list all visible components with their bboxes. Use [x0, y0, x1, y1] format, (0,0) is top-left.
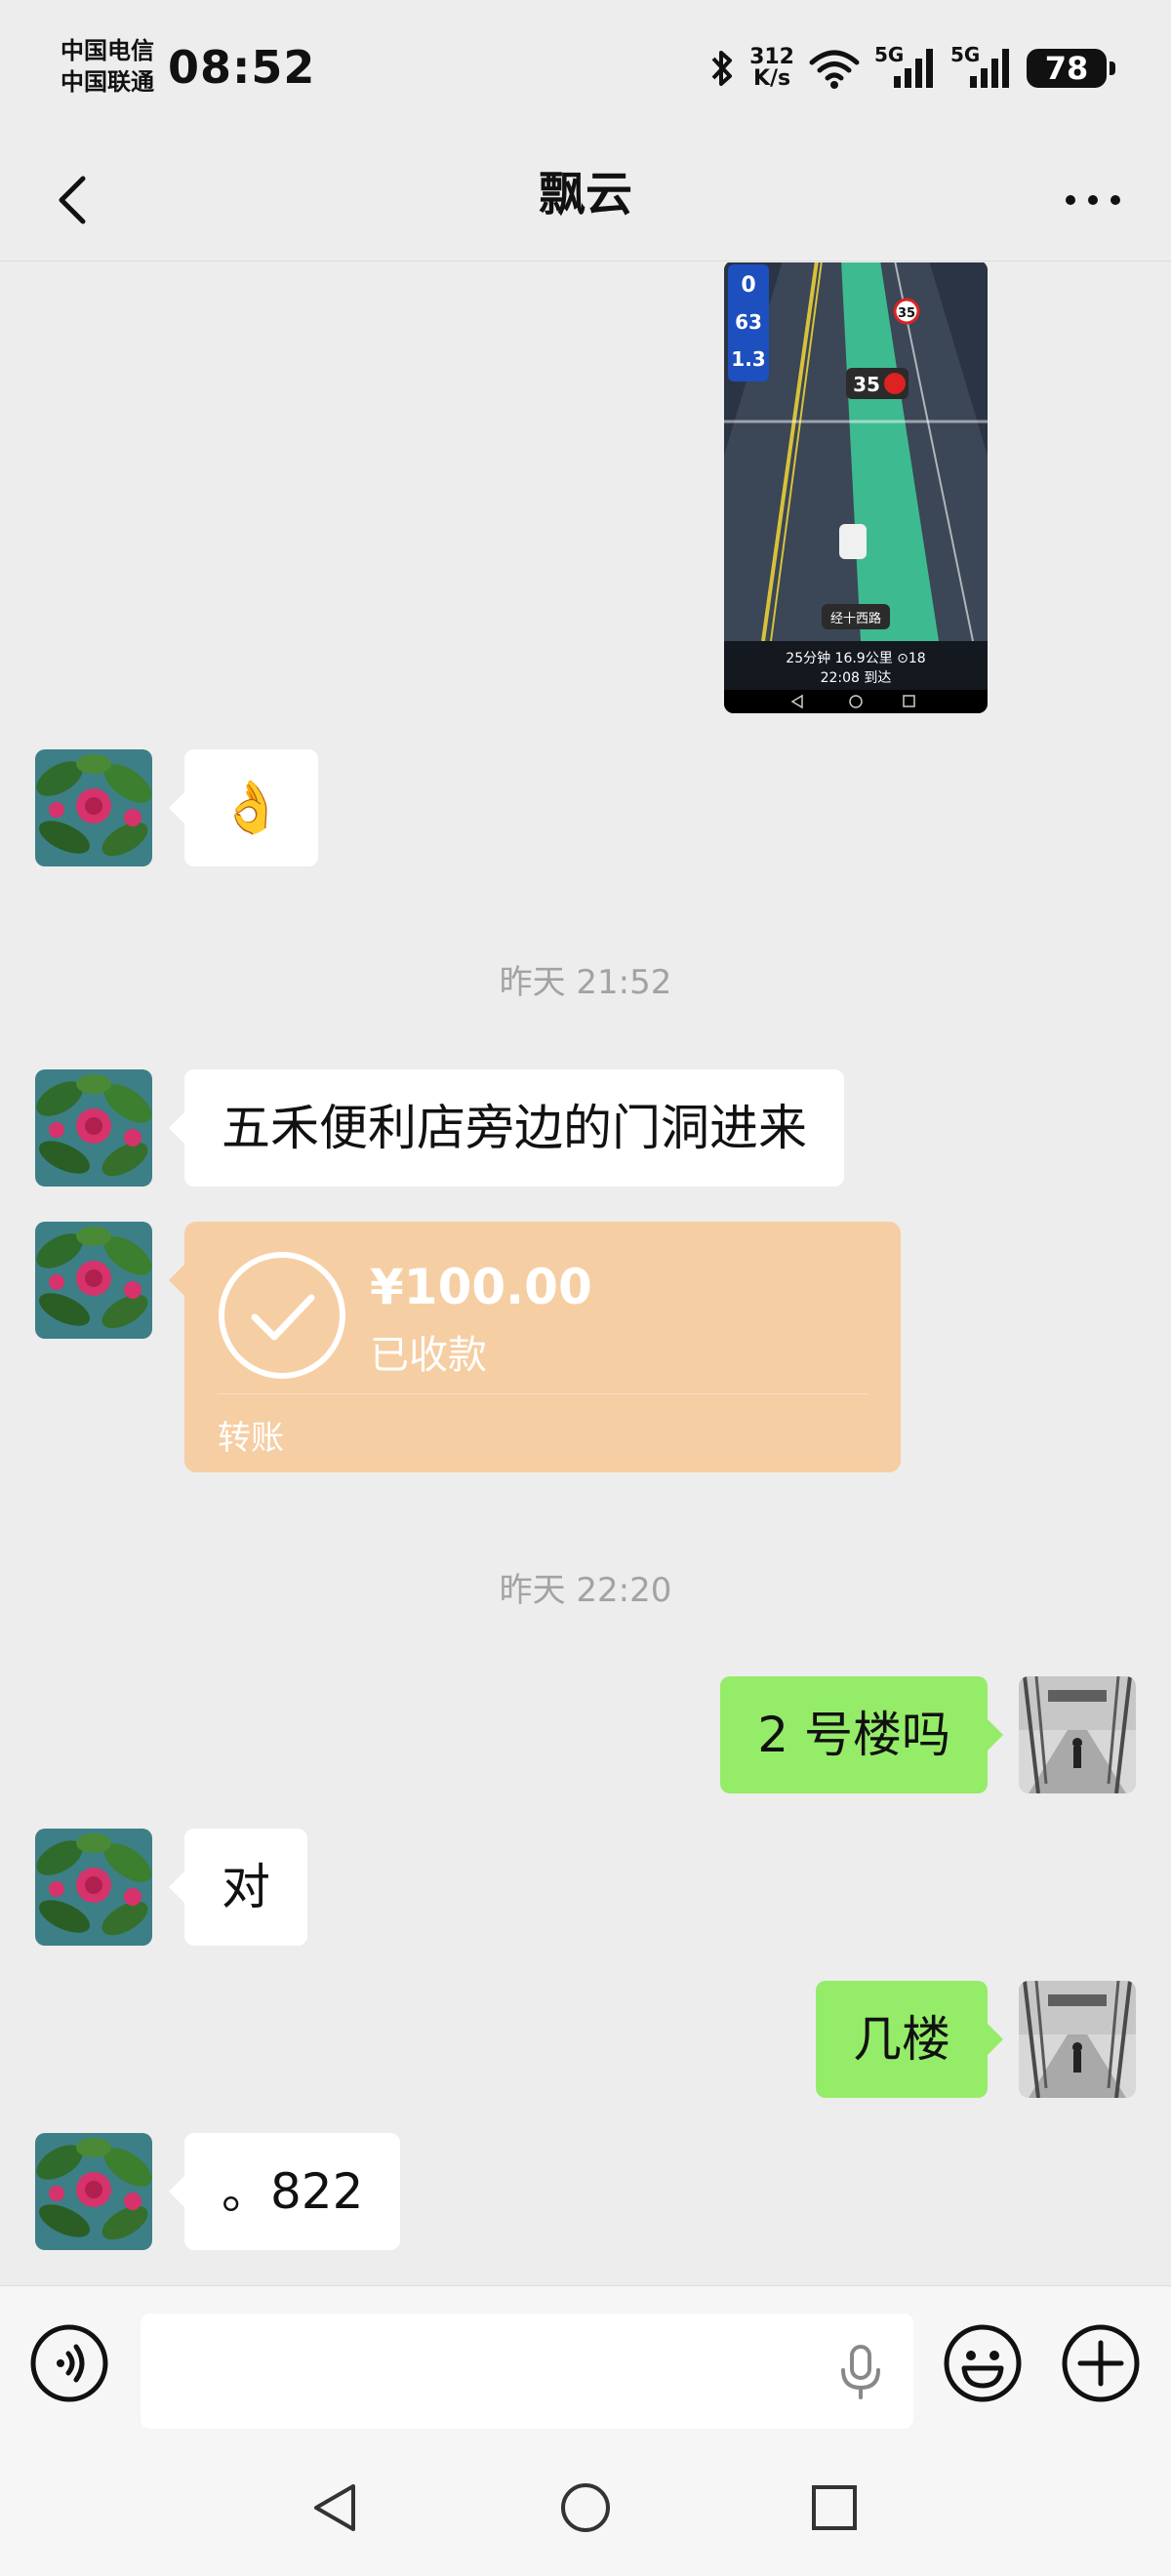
nav-road-name: 经十西路 [830, 611, 881, 626]
signal-bars-icon [970, 49, 1009, 88]
emoji-icon[interactable] [943, 2323, 1023, 2403]
my-avatar[interactable] [1019, 1981, 1136, 2098]
nav-trip-summary: 25分钟 16.9公里 ⊙18 [786, 650, 925, 666]
battery-indicator: 78 [1027, 49, 1115, 88]
bluetooth-icon [711, 51, 733, 86]
system-recents-icon[interactable] [805, 2478, 864, 2537]
transfer-label: 转账 [218, 1419, 284, 1458]
message-timestamp: 昨天 21:52 [499, 963, 672, 1002]
message-timestamp: 昨天 22:20 [499, 1571, 672, 1610]
wifi-icon [809, 50, 860, 89]
shared-navigation-image[interactable]: 0 63 1.3 35 35 经十西路 25分钟 16.9公里 ⊙18 22:0… [724, 262, 988, 713]
contact-avatar[interactable] [35, 1222, 152, 1339]
nav-arrival: 22:08 到达 [821, 670, 892, 686]
ok-hand-emoji: 👌 [220, 779, 283, 837]
system-navigation-bar [0, 2439, 1171, 2576]
nav-lane-sign: 35 [853, 373, 880, 396]
message-bubble-right[interactable]: 几楼 [816, 1981, 1003, 2098]
message-text: 五禾便利店旁边的门洞进来 [222, 1100, 807, 1156]
contact-avatar[interactable] [35, 1829, 152, 1946]
more-dots-icon [1066, 195, 1120, 205]
message-text: 对 [222, 1859, 270, 1915]
status-bar: 中国电信 中国联通 08:52 312 K/s 5G 5G 78 [0, 0, 1171, 137]
nav-limit-sign: 35 [898, 306, 915, 321]
transfer-divider [218, 1393, 868, 1394]
system-home-icon[interactable] [556, 2478, 615, 2537]
check-circle-icon [219, 1252, 345, 1379]
message-text: 几楼 [853, 2011, 950, 2068]
transfer-status: 已收款 [370, 1333, 487, 1378]
plus-icon[interactable] [1061, 2323, 1141, 2403]
contact-avatar[interactable] [35, 2133, 152, 2250]
message-bubble-left[interactable]: 。822 [168, 2133, 401, 2250]
more-button[interactable] [1054, 166, 1132, 234]
transfer-card[interactable]: ¥100.00 已收款 转账 [169, 1222, 901, 1472]
net-speed-value: 312 [749, 45, 794, 69]
message-text: 2 号楼吗 [757, 1707, 950, 1763]
navigation-screenshot-graphic: 0 63 1.3 35 35 经十西路 25分钟 16.9公里 ⊙18 22:0… [724, 262, 988, 713]
flower-avatar-image [35, 749, 152, 866]
message-bubble-right[interactable]: 2 号楼吗 [720, 1676, 1003, 1793]
transfer-amount: ¥100.00 [370, 1259, 592, 1315]
input-bar [0, 2285, 1171, 2439]
message-bubble-left[interactable]: 五禾便利店旁边的门洞进来 [169, 1069, 844, 1187]
contact-avatar[interactable] [35, 749, 152, 866]
signal-1: 5G [874, 43, 937, 90]
nav-speed-limit: 63 [735, 310, 762, 334]
message-input[interactable] [141, 2314, 913, 2429]
carrier-1: 中国电信 [61, 37, 154, 64]
system-back-icon[interactable] [306, 2478, 365, 2537]
message-bubble-left[interactable]: 对 [169, 1829, 307, 1946]
status-time: 08:52 [168, 41, 316, 94]
net-speed-unit: K/s [752, 66, 791, 91]
flower-avatar-image [35, 1829, 152, 1946]
message-text: 。822 [222, 2163, 364, 2220]
nav-speed-now: 0 [741, 273, 755, 298]
microphone-icon[interactable] [831, 2343, 890, 2401]
carrier-2: 中国联通 [61, 68, 154, 96]
voice-toggle-icon[interactable] [29, 2323, 109, 2403]
message-list[interactable]: 0 63 1.3 35 35 经十西路 25分钟 16.9公里 ⊙18 22:0… [0, 262, 1171, 2284]
my-avatar[interactable] [1019, 1676, 1136, 1793]
message-bubble-left[interactable]: 👌 [169, 749, 318, 866]
chat-header: 飘云 [0, 137, 1171, 262]
contact-avatar[interactable] [35, 1069, 152, 1187]
snow-road-avatar-image [1019, 1676, 1136, 1793]
status-indicators: 312 K/s 5G 5G 78 [708, 43, 1115, 94]
signal-2: 5G [950, 43, 1013, 90]
nav-distance: 1.3 [731, 347, 765, 371]
flower-avatar-image [35, 1222, 152, 1339]
carrier-labels: 中国电信 中国联通 [61, 35, 154, 98]
chat-title: 飘云 [538, 167, 632, 221]
signal-bars-icon [894, 49, 933, 88]
snow-road-avatar-image [1019, 1981, 1136, 2098]
net-speed: 312 K/s [749, 47, 794, 90]
flower-avatar-image [35, 2133, 152, 2250]
flower-avatar-image [35, 1069, 152, 1187]
